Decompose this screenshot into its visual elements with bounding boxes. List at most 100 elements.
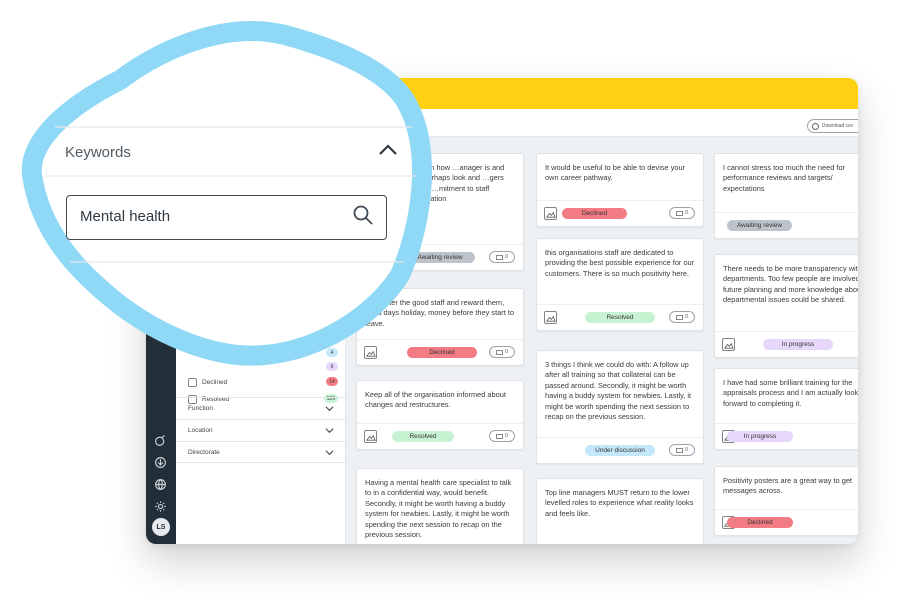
comment-count: 0 [684,447,689,453]
status-filter-row[interactable]: 4 [188,348,338,359]
header-bar [146,78,858,109]
status-badge: In progress [763,339,833,350]
card-text: Positivity posters are a great way to ge… [723,476,852,496]
feedback-card[interactable]: I cannot stress too much the need for pe… [714,153,858,239]
filter-section-function[interactable]: Function [176,397,346,419]
status-badge: Declined [727,517,793,528]
feedback-card[interactable]: There needs to be more transparency with… [714,254,858,358]
card-text: Having a mental health care specialist t… [365,478,512,540]
status-count: 9 [326,362,338,371]
status-badge: Resolved [585,312,655,323]
card-text: Top line managers MUST return to the low… [545,488,694,518]
card-text: 3 things I think we could do with: A fol… [545,360,692,422]
comment-count: 0 [684,314,689,320]
card-footer: In progress [715,423,858,449]
card-text: Look after the good staff and reward the… [365,298,514,328]
feedback-card[interactable]: Having a mental health care specialist t… [356,468,524,544]
mail-icon [675,210,683,216]
card-footer: Declined 0 [357,339,523,365]
filter-section-label: Function [188,405,213,412]
image-icon[interactable] [722,338,735,351]
download-icon [811,122,819,130]
card-text: …ession depends on how …anager is and th… [365,163,505,204]
avatar[interactable]: LS [152,518,170,536]
card-footer: In progress [715,331,858,357]
checkbox[interactable] [188,378,197,387]
mail-icon [675,314,683,320]
feedback-card[interactable]: I have had some brilliant training for t… [714,368,858,450]
comments-button[interactable]: 0 [669,311,695,323]
card-text: Keep all of the organisation informed ab… [365,390,506,410]
mail-icon [495,254,503,260]
status-filter-label: Declined [202,379,228,386]
image-icon[interactable] [364,346,377,359]
toolbar [176,109,858,137]
status-badge: Declined [562,208,627,219]
keywords-title: Keywords [65,144,131,161]
status-badge: Resolved [392,431,454,442]
download-circle-icon[interactable] [154,456,167,469]
status-count: 4 [326,348,338,357]
comments-button[interactable]: 0 [669,444,695,456]
card-footer: Declined [715,509,858,535]
image-icon[interactable] [544,207,557,220]
card-footer: Under discussion 0 [537,437,703,463]
mail-icon [495,349,503,355]
status-filter-declined[interactable]: Declined 14 [188,377,338,388]
status-filter-row[interactable]: 9 [188,362,338,373]
comments-button[interactable]: 0 [489,251,515,263]
filter-section-location[interactable]: Location [176,419,346,441]
app-window: Download csv LS 4 9 Declined 14 Resolved… [146,78,858,544]
status-badge: In progress [727,431,793,442]
comment-count: 0 [504,349,509,355]
status-badge: Under discussion [585,445,655,456]
card-text: There needs to be more transparency with… [723,264,858,305]
status-badge: Awaiting review [405,252,475,263]
card-text: I have had some brilliant training for t… [723,378,858,408]
chevron-down-icon [325,450,334,456]
comments-button[interactable]: 0 [669,207,695,219]
status-badge: Awaiting review [727,220,792,231]
status-filter-row[interactable] [188,335,338,346]
comment-count: 0 [504,433,509,439]
filter-section-directorate[interactable]: Directorate [176,441,346,463]
search-icon[interactable] [352,204,374,226]
card-footer: Awaiting review 0 [357,244,523,270]
theme-icon[interactable] [154,434,167,447]
card-footer: Resolved 0 [357,423,523,449]
filter-section-label: Location [188,427,213,434]
card-footer: Resolved 0 [537,304,703,330]
chevron-down-icon [325,428,334,434]
chevron-down-icon [325,406,334,412]
comments-button[interactable]: 0 [489,430,515,442]
card-footer: Declined 0 [537,200,703,226]
card-text: It would be useful to be able to devise … [545,163,686,183]
filter-section-label: Directorate [188,448,220,456]
comment-count: 0 [684,210,689,216]
feedback-card[interactable]: It would be useful to be able to devise … [536,153,704,227]
feedback-card[interactable]: this organisations staff are dedicated t… [536,238,704,331]
mail-icon [495,433,503,439]
comments-button[interactable]: 0 [489,346,515,358]
globe-icon[interactable] [154,478,167,491]
image-icon[interactable] [364,430,377,443]
chevron-up-icon[interactable] [378,142,398,156]
status-count: 14 [326,377,338,386]
comment-count: 0 [504,254,509,260]
keyword-search-input[interactable]: Mental health [66,195,387,240]
feedback-card[interactable]: Top line managers MUST return to the low… [536,478,704,544]
image-icon[interactable] [544,311,557,324]
card-text: this organisations staff are dedicated t… [545,248,695,278]
feedback-card[interactable]: Keep all of the organisation informed ab… [356,380,524,450]
feedback-card[interactable]: Positivity posters are a great way to ge… [714,466,858,536]
status-count [326,335,338,344]
download-button[interactable]: Download csv [806,119,858,133]
status-badge: Declined [407,347,477,358]
mail-icon [675,447,683,453]
keyword-search-value: Mental health [80,208,171,225]
feedback-card[interactable]: Look after the good staff and reward the… [356,288,524,366]
card-text: I cannot stress too much the need for pe… [723,163,846,193]
card-footer: Awaiting review [715,212,858,238]
settings-icon[interactable] [154,500,167,513]
feedback-card[interactable]: 3 things I think we could do with: A fol… [536,350,704,464]
